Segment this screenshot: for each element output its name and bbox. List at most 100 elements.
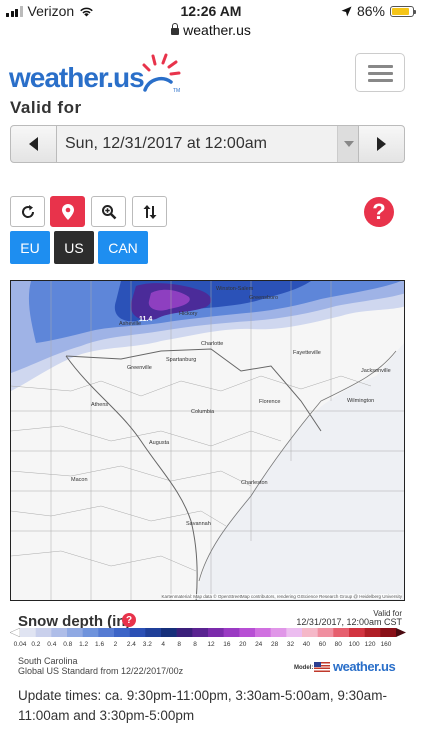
arrow-left-icon [29, 137, 38, 151]
map-canvas: Winston-Salem Greensboro Hickory Ashevil… [11, 281, 404, 600]
model-run: Global US Standard from 12/22/2017/00z [18, 666, 184, 676]
scale-label: 1.2 [79, 641, 89, 648]
map-attribution: Kartenmaterial: Map data © OpenStreetMap… [161, 594, 402, 599]
scale-swatch [176, 628, 193, 637]
scale-swatch [380, 628, 397, 637]
region-can-button[interactable]: CAN [98, 231, 148, 264]
scale-label: 0.2 [31, 641, 41, 648]
city-label: Charlotte [201, 341, 223, 347]
date-selector: Sun, 12/31/2017 at 12:00am [10, 125, 405, 163]
sort-arrows-icon [143, 204, 156, 219]
city-label: Hickory [179, 311, 198, 317]
scale-swatch [255, 628, 271, 637]
scale-label: 80 [334, 641, 342, 648]
snow-value-label: 11.4 [139, 316, 152, 323]
battery-percent: 86% [356, 3, 385, 19]
scale-label: 16 [223, 641, 231, 648]
scale-swatch [239, 628, 256, 637]
legend-help-button[interactable]: ? [122, 613, 136, 627]
url-text: weather.us [183, 22, 251, 38]
scale-swatch [145, 628, 162, 637]
scale-swatch [35, 628, 52, 637]
model-logo: weather.us [314, 659, 396, 674]
battery-icon [390, 5, 416, 17]
address-bar[interactable]: weather.us [0, 22, 422, 42]
previous-date-button[interactable] [11, 126, 57, 162]
sort-button[interactable] [132, 196, 167, 227]
scale-label: 0.04 [13, 641, 27, 648]
site-logo[interactable]: weather.us TM [9, 50, 189, 96]
scale-arrow-right [396, 628, 406, 637]
scale-label: 8 [177, 641, 181, 648]
city-label: Spartanburg [166, 357, 196, 363]
snow-depth-map[interactable]: Winston-Salem Greensboro Hickory Ashevil… [10, 280, 405, 601]
refresh-button[interactable] [10, 196, 45, 227]
model-label: Model: [294, 665, 314, 671]
region-eu-button[interactable]: EU [10, 231, 50, 264]
scale-swatch [98, 628, 115, 637]
scale-label: 8 [193, 641, 197, 648]
scale-swatch [192, 628, 209, 637]
scale-swatch [129, 628, 146, 637]
city-label: Greensboro [249, 295, 278, 301]
scale-swatch [223, 628, 240, 637]
status-right: 86% [341, 3, 416, 19]
logo-wordmark: weather.us [9, 62, 145, 93]
scale-label: 24 [255, 641, 263, 648]
scale-swatch [317, 628, 334, 637]
region-name: South Carolina [18, 656, 78, 666]
city-label: Greenville [127, 365, 152, 371]
scale-label: 28 [270, 641, 279, 648]
arrow-right-icon [377, 137, 386, 151]
scale-swatch [51, 628, 68, 637]
scale-swatch [333, 628, 350, 637]
scale-swatch [82, 628, 99, 637]
update-times: Update times: ca. 9:30pm-11:00pm, 3:30am… [18, 688, 387, 723]
zoom-button[interactable] [91, 196, 126, 227]
next-date-button[interactable] [358, 126, 404, 162]
scale-swatch [349, 628, 365, 637]
location-button[interactable] [50, 196, 85, 227]
scale-label: 0.4 [47, 641, 57, 648]
scale-swatch [364, 628, 381, 637]
scale-label: 3.2 [142, 641, 152, 648]
svg-text:TM: TM [173, 88, 180, 94]
scale-label: 160 [380, 641, 392, 648]
location-pin-icon [61, 203, 74, 220]
date-dropdown[interactable]: Sun, 12/31/2017 at 12:00am [57, 126, 359, 162]
scale-labels: 0.04 0.2 0.4 0.8 1.2 1.6 2 2.4 3.2 4 8 8 12 16 20 24 28 3… [14, 641, 394, 651]
map-meta: South Carolina Global US Standard from 1… [18, 656, 183, 676]
city-label: Fayetteville [293, 350, 321, 356]
legend-valid-for: Valid for 12/31/2017, 12:00am CST [296, 609, 402, 627]
menu-button[interactable] [355, 53, 405, 92]
lock-icon [171, 23, 180, 35]
city-label: Jacksonville [361, 368, 391, 374]
zoom-in-icon [101, 204, 116, 219]
city-label: Charleston [241, 480, 268, 486]
city-label: Asheville [119, 321, 141, 327]
ocean [196, 343, 404, 600]
logo-sun-icon: TM [142, 53, 181, 94]
scale-swatch [270, 628, 287, 637]
city-label: Wilmington [347, 398, 374, 404]
scale-label: 2.4 [126, 641, 136, 648]
color-scale [10, 628, 406, 637]
scale-label: 40 [302, 641, 311, 648]
help-button[interactable]: ? [364, 197, 394, 227]
scale-label: 2 [113, 641, 118, 648]
city-label: Savannah [186, 521, 211, 527]
scale-swatch [161, 628, 177, 637]
us-flag-icon [314, 661, 330, 672]
scale-arrow-left [10, 628, 21, 637]
city-label: Winston-Salem [216, 286, 254, 292]
status-bar: Verizon 12:26 AM 86% [0, 0, 422, 22]
scale-label: 1.6 [95, 641, 105, 648]
scale-label: 100 [348, 641, 360, 648]
scale-swatch [208, 628, 224, 637]
selected-date: Sun, 12/31/2017 at 12:00am [65, 135, 267, 152]
scale-label: 60 [318, 641, 326, 648]
scale-label: 0.8 [63, 641, 73, 648]
region-us-button[interactable]: US [54, 231, 94, 264]
scale-label: 120 [364, 641, 376, 648]
scale-swatch [20, 628, 36, 637]
